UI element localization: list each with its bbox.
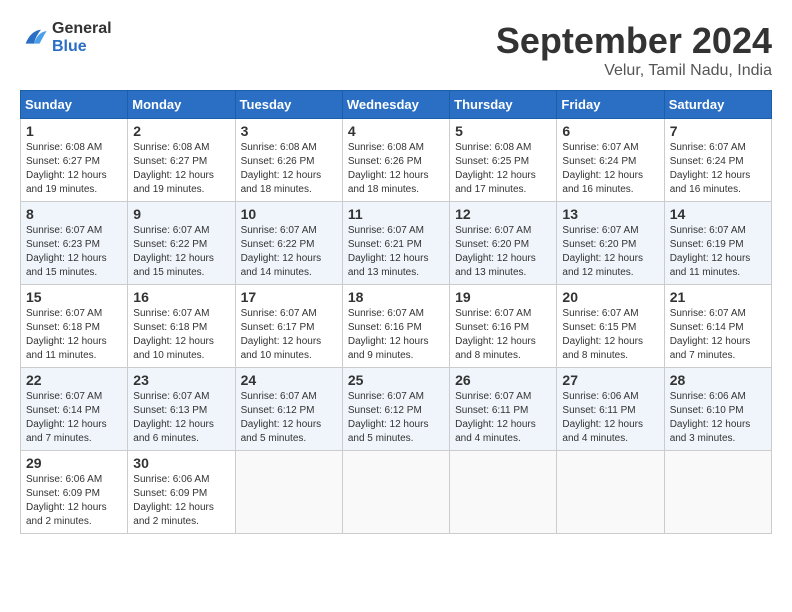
page-header: General Blue September 2024 Velur, Tamil…	[20, 20, 772, 80]
calendar-day-28: 28Sunrise: 6:06 AM Sunset: 6:10 PM Dayli…	[664, 368, 771, 451]
calendar-table: SundayMondayTuesdayWednesdayThursdayFrid…	[20, 90, 772, 534]
calendar-day-27: 27Sunrise: 6:06 AM Sunset: 6:11 PM Dayli…	[557, 368, 664, 451]
weekday-header-thursday: Thursday	[450, 91, 557, 119]
calendar-day-empty	[235, 451, 342, 534]
calendar-day-1: 1Sunrise: 6:08 AM Sunset: 6:27 PM Daylig…	[21, 119, 128, 202]
calendar-day-29: 29Sunrise: 6:06 AM Sunset: 6:09 PM Dayli…	[21, 451, 128, 534]
calendar-day-5: 5Sunrise: 6:08 AM Sunset: 6:25 PM Daylig…	[450, 119, 557, 202]
calendar-day-20: 20Sunrise: 6:07 AM Sunset: 6:15 PM Dayli…	[557, 285, 664, 368]
calendar-day-empty	[664, 451, 771, 534]
calendar-day-11: 11Sunrise: 6:07 AM Sunset: 6:21 PM Dayli…	[342, 202, 449, 285]
location: Velur, Tamil Nadu, India	[496, 62, 772, 80]
calendar-day-18: 18Sunrise: 6:07 AM Sunset: 6:16 PM Dayli…	[342, 285, 449, 368]
calendar-day-25: 25Sunrise: 6:07 AM Sunset: 6:12 PM Dayli…	[342, 368, 449, 451]
weekday-header-row: SundayMondayTuesdayWednesdayThursdayFrid…	[21, 91, 772, 119]
calendar-day-14: 14Sunrise: 6:07 AM Sunset: 6:19 PM Dayli…	[664, 202, 771, 285]
calendar-day-7: 7Sunrise: 6:07 AM Sunset: 6:24 PM Daylig…	[664, 119, 771, 202]
weekday-header-saturday: Saturday	[664, 91, 771, 119]
calendar-day-17: 17Sunrise: 6:07 AM Sunset: 6:17 PM Dayli…	[235, 285, 342, 368]
calendar-day-15: 15Sunrise: 6:07 AM Sunset: 6:18 PM Dayli…	[21, 285, 128, 368]
calendar-day-26: 26Sunrise: 6:07 AM Sunset: 6:11 PM Dayli…	[450, 368, 557, 451]
weekday-header-monday: Monday	[128, 91, 235, 119]
calendar-day-empty	[450, 451, 557, 534]
calendar-week-5: 29Sunrise: 6:06 AM Sunset: 6:09 PM Dayli…	[21, 451, 772, 534]
calendar-day-9: 9Sunrise: 6:07 AM Sunset: 6:22 PM Daylig…	[128, 202, 235, 285]
weekday-header-tuesday: Tuesday	[235, 91, 342, 119]
calendar-day-3: 3Sunrise: 6:08 AM Sunset: 6:26 PM Daylig…	[235, 119, 342, 202]
calendar-day-13: 13Sunrise: 6:07 AM Sunset: 6:20 PM Dayli…	[557, 202, 664, 285]
calendar-day-30: 30Sunrise: 6:06 AM Sunset: 6:09 PM Dayli…	[128, 451, 235, 534]
logo-text: General Blue	[52, 20, 112, 56]
calendar-day-21: 21Sunrise: 6:07 AM Sunset: 6:14 PM Dayli…	[664, 285, 771, 368]
calendar-day-4: 4Sunrise: 6:08 AM Sunset: 6:26 PM Daylig…	[342, 119, 449, 202]
calendar-day-6: 6Sunrise: 6:07 AM Sunset: 6:24 PM Daylig…	[557, 119, 664, 202]
calendar-day-24: 24Sunrise: 6:07 AM Sunset: 6:12 PM Dayli…	[235, 368, 342, 451]
calendar-day-12: 12Sunrise: 6:07 AM Sunset: 6:20 PM Dayli…	[450, 202, 557, 285]
calendar-day-8: 8Sunrise: 6:07 AM Sunset: 6:23 PM Daylig…	[21, 202, 128, 285]
calendar-day-19: 19Sunrise: 6:07 AM Sunset: 6:16 PM Dayli…	[450, 285, 557, 368]
calendar-week-2: 8Sunrise: 6:07 AM Sunset: 6:23 PM Daylig…	[21, 202, 772, 285]
logo-icon	[20, 24, 48, 52]
calendar-day-10: 10Sunrise: 6:07 AM Sunset: 6:22 PM Dayli…	[235, 202, 342, 285]
calendar-day-2: 2Sunrise: 6:08 AM Sunset: 6:27 PM Daylig…	[128, 119, 235, 202]
calendar-day-16: 16Sunrise: 6:07 AM Sunset: 6:18 PM Dayli…	[128, 285, 235, 368]
calendar-day-23: 23Sunrise: 6:07 AM Sunset: 6:13 PM Dayli…	[128, 368, 235, 451]
weekday-header-friday: Friday	[557, 91, 664, 119]
calendar-day-22: 22Sunrise: 6:07 AM Sunset: 6:14 PM Dayli…	[21, 368, 128, 451]
calendar-week-3: 15Sunrise: 6:07 AM Sunset: 6:18 PM Dayli…	[21, 285, 772, 368]
weekday-header-wednesday: Wednesday	[342, 91, 449, 119]
logo: General Blue	[20, 20, 112, 56]
calendar-day-empty	[557, 451, 664, 534]
month-title: September 2024	[496, 20, 772, 62]
calendar-week-1: 1Sunrise: 6:08 AM Sunset: 6:27 PM Daylig…	[21, 119, 772, 202]
weekday-header-sunday: Sunday	[21, 91, 128, 119]
title-block: September 2024 Velur, Tamil Nadu, India	[496, 20, 772, 80]
calendar-week-4: 22Sunrise: 6:07 AM Sunset: 6:14 PM Dayli…	[21, 368, 772, 451]
calendar-day-empty	[342, 451, 449, 534]
